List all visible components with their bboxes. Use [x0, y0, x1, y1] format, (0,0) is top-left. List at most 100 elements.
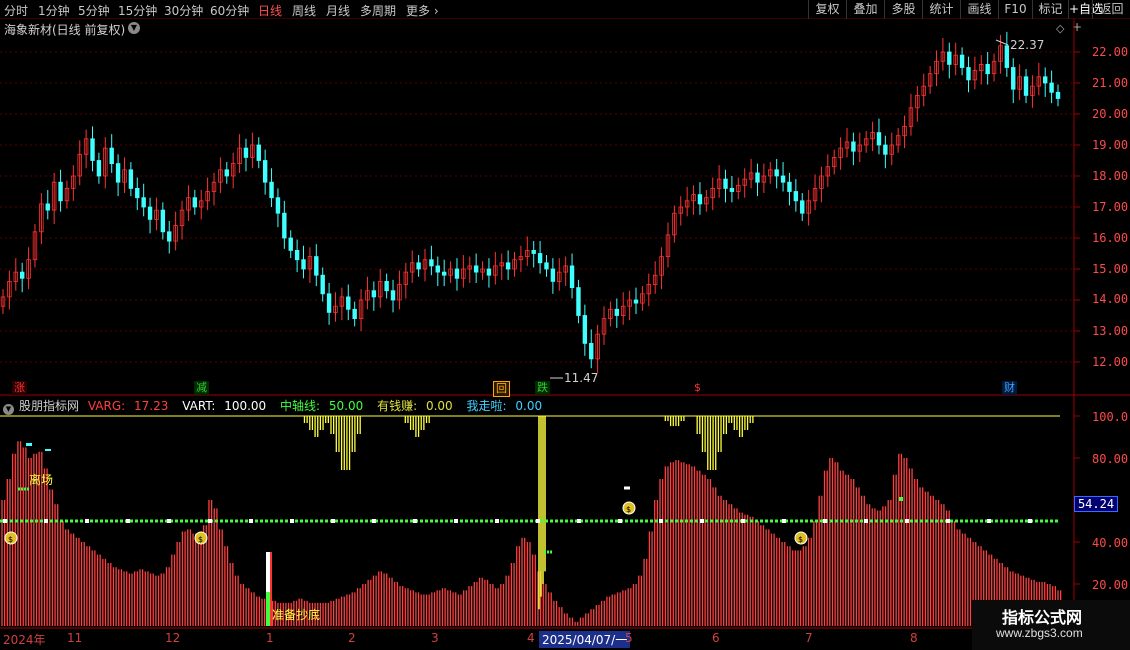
watermark-title: 指标公式网 — [1002, 608, 1083, 627]
candle-body — [45, 203, 50, 211]
white-column — [266, 552, 270, 592]
mid-axis-dot — [905, 519, 909, 523]
time-axis-label: 6 — [712, 631, 720, 645]
candle-body — [262, 160, 268, 183]
time-axis-label: 7 — [805, 631, 813, 645]
candle-body — [646, 284, 651, 295]
back-button[interactable]: 返回 — [1092, 0, 1130, 19]
high-pointer — [995, 39, 1009, 46]
tab-daily[interactable]: 日线 — [258, 2, 282, 19]
candle-body — [608, 308, 613, 319]
tab-60min[interactable]: 60分钟 — [210, 2, 249, 19]
period-toolbar: 分时 1分钟 5分钟 15分钟 30分钟 60分钟 日线 周线 月线 多周期 更… — [0, 0, 1130, 19]
candle-body — [339, 296, 345, 307]
time-axis-label: 2024年 — [3, 633, 46, 647]
mid-axis-dot — [823, 519, 827, 523]
candle-body — [857, 144, 862, 152]
candle-body — [582, 315, 588, 344]
statistics-button[interactable]: 统计 — [922, 0, 960, 19]
mid-axis-dot — [167, 519, 171, 523]
candle-body — [109, 147, 114, 165]
mid-axis-dot — [659, 519, 663, 523]
candle-body — [704, 197, 709, 205]
multi-stock-button[interactable]: 多股 — [884, 0, 922, 19]
candle-body — [1036, 76, 1042, 87]
candle-body — [26, 259, 31, 279]
candle-body — [633, 299, 639, 304]
marker-fall[interactable]: 跌 — [535, 381, 550, 395]
candle-body — [825, 166, 831, 177]
indicator-axis-label: 20.00 — [1092, 578, 1129, 592]
mid-label: 中轴线: — [280, 399, 321, 413]
candle-body — [454, 268, 460, 279]
mid-axis-dot — [1028, 519, 1032, 523]
candle-body — [889, 144, 894, 155]
marker-dollar[interactable]: $ — [692, 381, 703, 395]
marker-finance[interactable]: 财 — [1002, 381, 1017, 395]
candle-body — [557, 271, 562, 282]
candle-body — [403, 271, 409, 285]
mid-axis-dot — [249, 519, 253, 523]
candle-body — [998, 45, 1003, 62]
candle-body — [832, 156, 837, 168]
candle-body — [710, 187, 715, 199]
marker-return[interactable]: 回 — [493, 381, 510, 397]
mark-button[interactable]: 标记 — [1032, 0, 1068, 19]
marker-reduce[interactable]: 减 — [194, 381, 209, 395]
tab-5min[interactable]: 5分钟 — [78, 2, 110, 19]
candle-body — [58, 181, 63, 202]
price-axis-label: 21.00 — [1092, 76, 1129, 90]
money-bag-symbol: $ — [8, 535, 13, 544]
candle-body — [179, 209, 185, 227]
candle-body — [966, 67, 971, 81]
leave-signal-label: 离场 — [29, 473, 54, 487]
plus-icon[interactable]: + — [1072, 20, 1082, 34]
f10-button[interactable]: F10 — [998, 0, 1032, 19]
candle-body — [627, 299, 632, 307]
vart-label: VART: — [182, 399, 216, 413]
tab-30min[interactable]: 30分钟 — [164, 2, 203, 19]
candle-body — [780, 175, 786, 183]
tab-1min[interactable]: 1分钟 — [38, 2, 70, 19]
tab-intraday[interactable]: 分时 — [4, 2, 28, 19]
overlay-button[interactable]: 叠加 — [846, 0, 884, 19]
candle-body — [927, 73, 933, 87]
candle-body — [448, 268, 453, 276]
candle-body — [358, 299, 364, 320]
time-axis-selected-date[interactable]: 2025/04/07/一 — [539, 631, 631, 648]
candle-body — [806, 200, 811, 214]
candle-body — [473, 265, 479, 273]
candle-body — [218, 169, 223, 183]
more-label: 更多 — [406, 4, 431, 18]
candle-body — [371, 290, 377, 298]
mid-axis-dot — [126, 519, 130, 523]
candle-body — [435, 265, 440, 273]
indicator-name[interactable]: 股朋指标网 — [19, 399, 79, 413]
candle-body — [691, 194, 696, 202]
candle-body — [883, 144, 888, 155]
marker-rise[interactable]: 涨 — [12, 381, 27, 395]
candle-body — [1023, 76, 1029, 96]
candle-body — [716, 178, 722, 189]
diamond-icon[interactable]: ◇ — [1056, 22, 1064, 35]
candle-body — [96, 160, 102, 177]
candle-body — [199, 200, 204, 208]
indicator-menu-icon[interactable]: ▼ — [3, 404, 14, 415]
candle-body — [851, 141, 856, 152]
tab-15min[interactable]: 15分钟 — [118, 2, 157, 19]
candle-body — [991, 60, 997, 75]
draw-line-button[interactable]: 画线 — [960, 0, 998, 19]
time-axis-label: 1 — [266, 631, 274, 645]
tab-more[interactable]: 更多 › — [406, 2, 439, 19]
adjust-button[interactable]: 复权 — [808, 0, 846, 19]
tab-multi-period[interactable]: 多周期 — [360, 2, 396, 19]
chevron-down-icon[interactable]: ▼ — [128, 22, 140, 34]
candle-body — [64, 187, 70, 202]
tab-weekly[interactable]: 周线 — [292, 2, 316, 19]
tab-monthly[interactable]: 月线 — [326, 2, 350, 19]
candle-body — [122, 169, 127, 183]
candle-body — [652, 274, 658, 285]
candle-body — [787, 181, 792, 192]
candle-body — [774, 169, 779, 177]
add-watchlist-button[interactable]: +自选 — [1068, 0, 1103, 19]
